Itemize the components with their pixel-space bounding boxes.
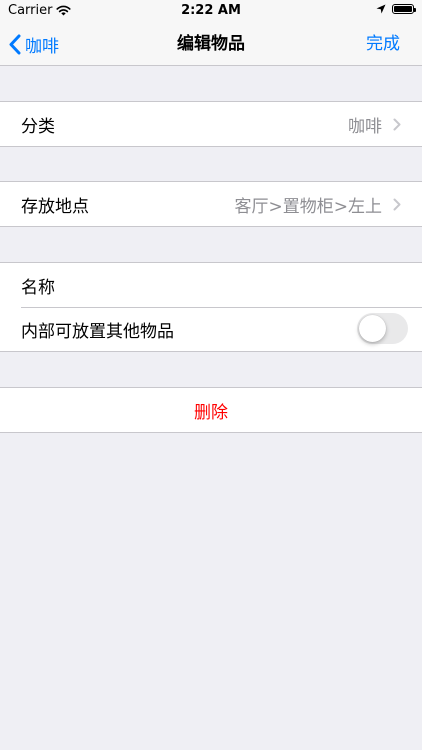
delete-section: 删除	[0, 387, 422, 433]
battery-level	[394, 6, 412, 12]
category-label: 分类	[21, 116, 55, 137]
name-row[interactable]: 名称	[0, 263, 422, 307]
battery-icon	[392, 4, 416, 14]
status-indicators	[376, 4, 416, 14]
delete-label: 删除	[194, 402, 228, 423]
details-section: 名称 内部可放置其他物品	[0, 262, 422, 352]
location-row[interactable]: 存放地点 客厅>置物柜>左上	[0, 182, 422, 226]
toggle-knob	[359, 315, 386, 342]
category-section: 分类 咖啡	[0, 101, 422, 147]
category-row[interactable]: 分类 咖啡	[0, 102, 422, 146]
navigation-bar: 咖啡 编辑物品 完成	[0, 22, 422, 66]
status-bar: Carrier 2:22 AM	[0, 0, 422, 22]
category-value: 咖啡	[348, 116, 382, 137]
container-toggle[interactable]	[357, 313, 408, 344]
page-title: 编辑物品	[177, 34, 245, 54]
chevron-right-icon	[393, 198, 401, 211]
done-button[interactable]: 完成	[366, 22, 400, 66]
location-arrow-icon	[376, 4, 386, 14]
delete-button[interactable]: 删除	[0, 388, 422, 432]
chevron-right-icon	[393, 118, 401, 131]
container-row: 内部可放置其他物品	[0, 307, 422, 351]
location-section: 存放地点 客厅>置物柜>左上	[0, 181, 422, 227]
location-label: 存放地点	[21, 196, 89, 217]
status-time: 2:22 AM	[181, 3, 241, 18]
name-label: 名称	[21, 277, 55, 298]
location-value: 客厅>置物柜>左上	[234, 196, 383, 217]
container-label: 内部可放置其他物品	[21, 321, 174, 342]
